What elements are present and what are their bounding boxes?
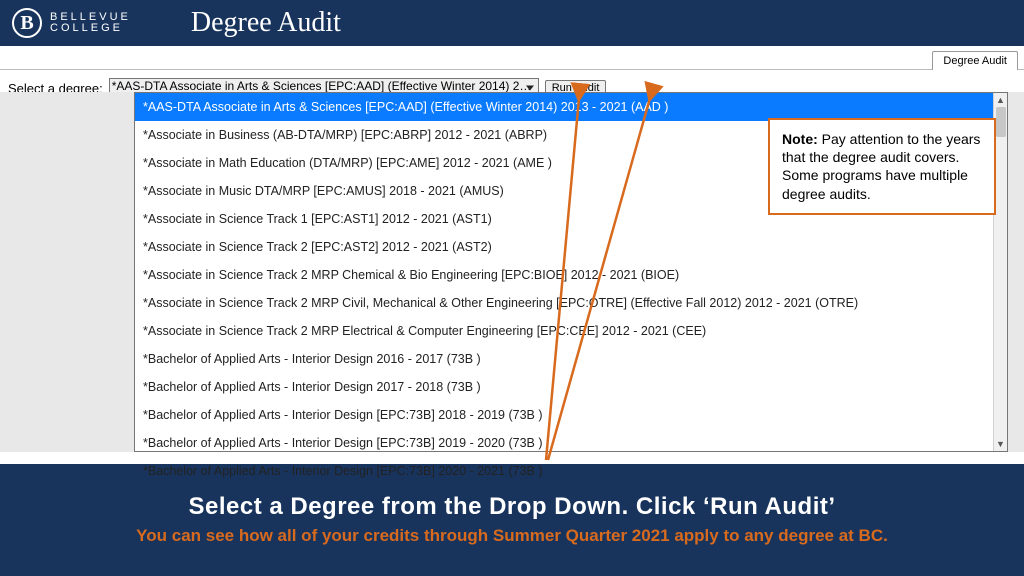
degree-option[interactable]: *Bachelor of Applied Arts - Interior Des…	[135, 457, 1007, 485]
degree-option[interactable]: *AAS-DTA Associate in Arts & Sciences [E…	[135, 93, 1007, 121]
tab-degree-audit[interactable]: Degree Audit	[932, 51, 1018, 70]
scroll-down-icon[interactable]: ▼	[994, 437, 1007, 451]
note-bold: Note:	[782, 131, 818, 147]
degree-option[interactable]: *Bachelor of Applied Arts - Interior Des…	[135, 429, 1007, 457]
page-title: Degree Audit	[191, 7, 341, 39]
note-callout: Note: Pay attention to the years that th…	[768, 118, 996, 215]
app-header: B BELLEVUE COLLEGE Degree Audit	[0, 0, 1024, 46]
tab-row: Degree Audit	[0, 46, 1024, 70]
brand-text: BELLEVUE COLLEGE	[50, 12, 131, 34]
brand-logo: B BELLEVUE COLLEGE	[12, 8, 131, 38]
scroll-thumb[interactable]	[996, 107, 1006, 137]
degree-option[interactable]: *Bachelor of Applied Arts - Interior Des…	[135, 373, 1007, 401]
degree-option[interactable]: *Bachelor of Applied Arts - Interior Des…	[135, 345, 1007, 373]
scroll-up-icon[interactable]: ▲	[994, 93, 1007, 107]
degree-option[interactable]: *Associate in Science Track 2 [EPC:AST2]…	[135, 233, 1007, 261]
degree-option[interactable]: *Bachelor of Applied Arts - Interior Des…	[135, 401, 1007, 429]
degree-option[interactable]: *Associate in Science Track 2 MRP Civil,…	[135, 289, 1007, 317]
banner-headline: Select a Degree from the Drop Down. Clic…	[20, 493, 1004, 521]
degree-option[interactable]: *Associate in Science Track 2 MRP Chemic…	[135, 261, 1007, 289]
logo-letter: B	[12, 8, 42, 38]
brand-line2: COLLEGE	[50, 23, 131, 34]
banner-subtext: You can see how all of your credits thro…	[20, 525, 1004, 547]
degree-option[interactable]: *Associate in Science Track 2 MRP Electr…	[135, 317, 1007, 345]
